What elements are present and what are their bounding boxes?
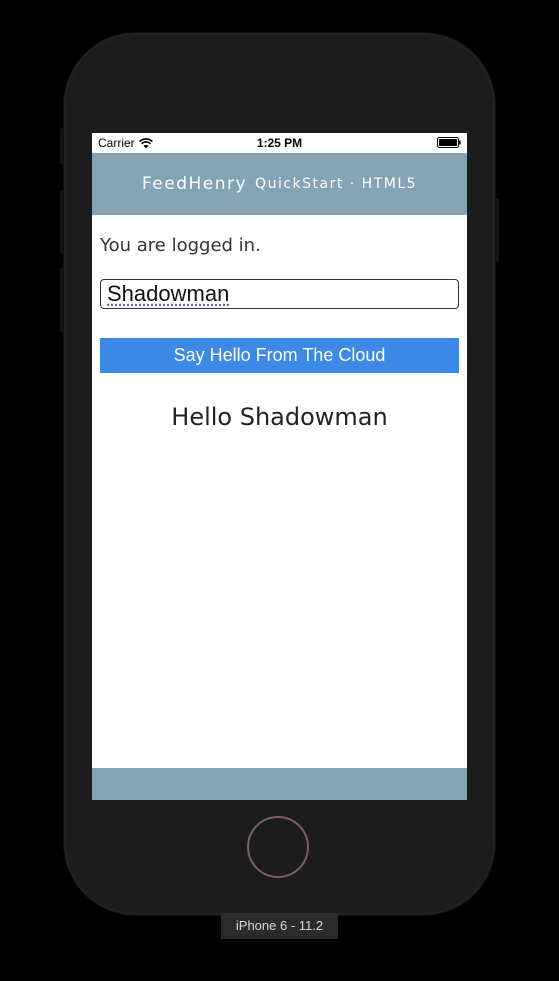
battery-icon — [437, 137, 461, 148]
header-brand: FeedHenry — [141, 174, 248, 194]
status-time: 1:25 PM — [256, 136, 303, 150]
header-subtitle: QuickStart · HTML5 — [255, 176, 418, 192]
app-header: FeedHenry QuickStart · HTML5 — [92, 153, 467, 215]
home-button[interactable] — [247, 816, 309, 878]
login-status-text: You are logged in. — [100, 235, 261, 256]
device-label: iPhone 6 - 11.2 — [221, 913, 338, 939]
name-input[interactable] — [100, 279, 459, 309]
greeting-text: Hello Shadowman — [171, 403, 388, 431]
say-hello-button[interactable]: Say Hello From The Cloud — [100, 338, 459, 373]
status-bar: Carrier 1:25 PM — [92, 133, 467, 153]
app-footer — [92, 768, 467, 800]
phone-screen: Carrier 1:25 PM FeedHenry QuickStart · H… — [92, 133, 467, 800]
simulator-stage: Carrier 1:25 PM FeedHenry QuickStart · H… — [0, 0, 559, 981]
